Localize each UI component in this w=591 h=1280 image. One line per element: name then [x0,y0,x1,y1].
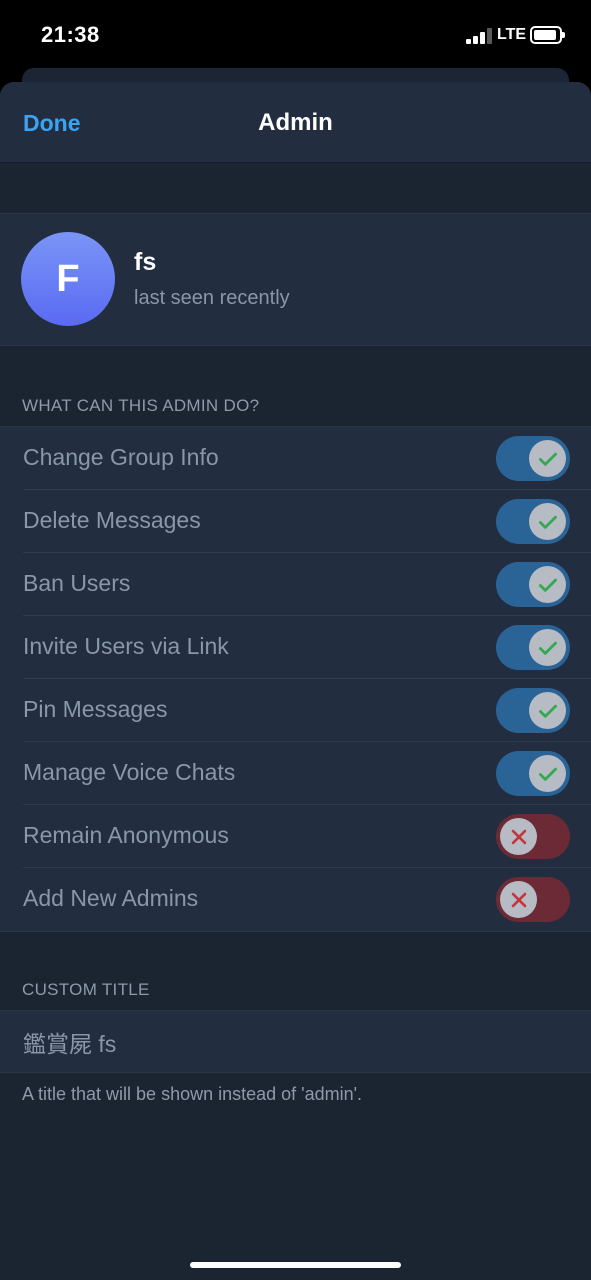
permission-label: Change Group Info [23,444,219,470]
checkmark-icon [529,629,566,666]
permissions-list: Change Group Info Delete Messages Ban User… [0,426,591,932]
permission-row-delete-messages: Delete Messages [0,490,591,553]
permission-label: Add New Admins [23,885,199,911]
permission-toggle-pin-messages[interactable] [496,688,570,733]
network-type: LTE [497,26,527,43]
permission-toggle-remain-anonymous[interactable] [496,814,570,859]
custom-title-input[interactable] [23,1025,563,1059]
avatar: F [21,232,115,326]
permission-label: Invite Users via Link [23,633,229,659]
permission-toggle-invite-users-via-link[interactable] [496,625,570,670]
custom-title-footnote: A title that will be shown instead of 'a… [22,1084,363,1104]
avatar-letter: F [56,257,80,300]
permission-label: Delete Messages [23,507,201,533]
custom-title-row [0,1010,591,1073]
permissions-header: WHAT CAN THIS ADMIN DO? [22,396,260,415]
admin-sheet: Done Admin F fs last seen recently WHAT … [0,82,591,1280]
permission-label: Ban Users [23,570,131,596]
cross-icon [500,818,537,855]
permission-toggle-manage-voice-chats[interactable] [496,751,570,796]
permission-label: Remain Anonymous [23,822,229,848]
permission-label: Manage Voice Chats [23,759,236,785]
page-title: Admin [258,109,333,136]
checkmark-icon [529,755,566,792]
nav-bar: Done Admin [0,82,591,163]
permission-toggle-ban-users[interactable] [496,562,570,607]
permission-row-change-group-info: Change Group Info [0,427,591,490]
permission-row-invite-users-via-link: Invite Users via Link [0,616,591,679]
permission-toggle-change-group-info[interactable] [496,436,570,481]
cellular-signal-icon [466,28,492,44]
permission-row-ban-users: Ban Users [0,553,591,616]
permission-row-add-new-admins: Add New Admins [0,868,591,931]
permission-label: Pin Messages [23,696,168,722]
status-bar: 21:38 LTE [0,0,591,70]
custom-title-header: CUSTOM TITLE [22,980,150,999]
checkmark-icon [529,503,566,540]
cross-icon [500,881,537,918]
profile-status: last seen recently [134,287,290,309]
profile-name: fs [134,248,157,276]
permission-row-remain-anonymous: Remain Anonymous [0,805,591,868]
permission-row-manage-voice-chats: Manage Voice Chats [0,742,591,805]
profile-row[interactable]: F fs last seen recently [0,213,591,346]
checkmark-icon [529,440,566,477]
battery-icon [530,26,565,44]
status-time: 21:38 [41,22,100,47]
checkmark-icon [529,566,566,603]
permission-toggle-add-new-admins[interactable] [496,877,570,922]
home-indicator [190,1262,401,1268]
checkmark-icon [529,692,566,729]
permission-toggle-delete-messages[interactable] [496,499,570,544]
permission-row-pin-messages: Pin Messages [0,679,591,742]
